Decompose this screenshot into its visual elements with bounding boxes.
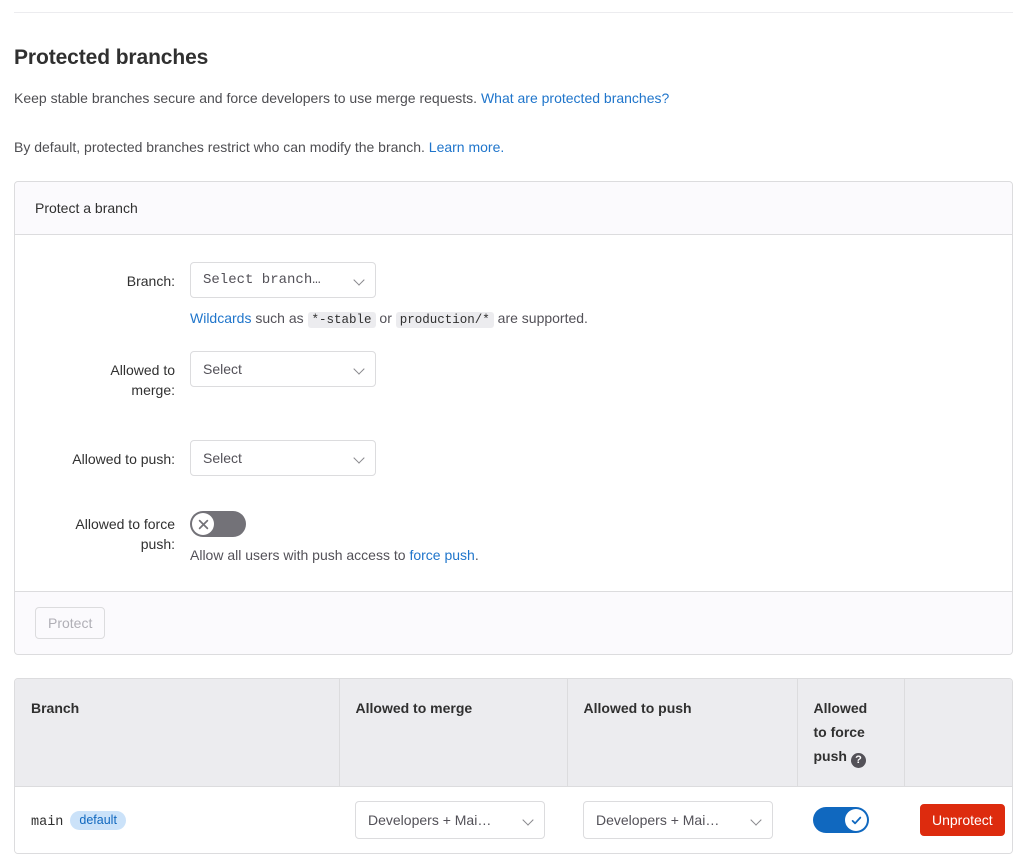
row-allowed-to-merge-value: Developers + Mai… [368, 812, 492, 828]
check-icon [851, 816, 861, 824]
column-header-allowed-to-merge: Allowed to merge [339, 679, 568, 787]
unprotect-button[interactable]: Unprotect [920, 804, 1005, 836]
force-push-header-line1: Allowed [813, 700, 868, 716]
force-push-hint-tail: . [474, 547, 479, 563]
intro-paragraph-2: By default, protected branches restrict … [14, 137, 504, 157]
cell-actions: Unprotect [904, 786, 1012, 853]
allowed-to-force-push-field: Allow all users with push access to forc… [190, 511, 1012, 565]
wildcard-hint: Wildcards such as *-stable or production… [190, 309, 1012, 329]
column-header-allowed-to-push: Allowed to push [567, 679, 798, 787]
help-question-icon[interactable]: ? [850, 753, 866, 768]
cell-allowed-to-force-push [797, 786, 904, 853]
allowed-to-merge-label: Allowed to merge: [15, 351, 190, 400]
cell-branch: main default [15, 786, 339, 853]
cell-allowed-to-merge: Developers + Mai… [339, 786, 567, 853]
allowed-to-push-row: Allowed to push: Select [15, 440, 1012, 476]
column-header-actions [904, 679, 1012, 787]
branch-select-dropdown[interactable]: Select branch… [190, 262, 376, 298]
branch-label: Branch: [126, 273, 175, 289]
default-badge: default [70, 810, 126, 830]
column-header-allowed-to-force-push: Allowed to force push? [797, 679, 905, 787]
allowed-to-force-push-label-line1: Allowed to force [75, 516, 175, 532]
close-x-icon [198, 519, 208, 529]
chevron-down-icon [524, 815, 534, 825]
chevron-down-icon [355, 275, 365, 285]
allowed-to-push-value: Select [203, 450, 242, 466]
protected-branches-page: Protected branches Keep stable branches … [0, 0, 1024, 855]
allowed-to-merge-row: Allowed to merge: Select [15, 351, 1012, 400]
cell-allowed-to-push: Developers + Mai… [567, 786, 797, 853]
branch-name: main [31, 814, 64, 830]
allowed-to-force-push-label: Allowed to force push: [15, 511, 190, 554]
card-header: Protect a branch [15, 182, 1012, 235]
card-header-title: Protect a branch [35, 200, 138, 216]
wildcard-hint-mid-2: or [375, 310, 396, 326]
table-header-row: Branch Allowed to merge Allowed to push … [15, 679, 1012, 787]
force-push-toggle[interactable] [190, 511, 246, 537]
row-allowed-to-merge-dropdown[interactable]: Developers + Mai… [355, 801, 545, 839]
protect-a-branch-card: Protect a branch Branch: Select branch… … [14, 181, 1013, 655]
wildcard-code-production: production/* [395, 312, 494, 328]
learn-more-link[interactable]: Learn more. [429, 139, 504, 155]
top-divider [14, 12, 1013, 13]
table-row: main default Developers + Mai… Developers… [15, 786, 1012, 853]
chevron-down-icon [355, 364, 365, 374]
wildcard-code-stable: *-stable [307, 312, 376, 328]
table-body: main default Developers + Mai… Developers… [15, 786, 1012, 853]
allowed-to-push-label: Allowed to push: [72, 451, 175, 467]
column-header-branch: Branch [15, 679, 340, 787]
toggle-knob [845, 809, 867, 831]
force-push-link[interactable]: force push [409, 547, 474, 563]
force-push-header-line3: push [813, 748, 847, 764]
branch-field: Select branch… Wildcards such as *-stabl… [190, 262, 1012, 329]
branch-field-row: Branch: Select branch… Wildcards such as… [15, 262, 1012, 329]
allowed-to-merge-value: Select [203, 361, 242, 377]
row-allowed-to-push-value: Developers + Mai… [596, 812, 720, 828]
allowed-to-merge-field: Select [190, 351, 1012, 387]
table-head: Branch Allowed to merge Allowed to push … [15, 679, 1012, 787]
chevron-down-icon [355, 453, 365, 463]
wildcard-hint-mid-1: such as [251, 310, 308, 326]
intro-paragraph-1: Keep stable branches secure and force de… [14, 88, 669, 108]
allowed-to-merge-dropdown[interactable]: Select [190, 351, 376, 387]
protect-button[interactable]: Protect [35, 607, 106, 639]
force-push-hint-text: Allow all users with push access to [190, 547, 410, 563]
allowed-to-force-push-row: Allowed to force push: Allow all users w… [15, 511, 1012, 565]
chevron-down-icon [752, 815, 762, 825]
toggle-knob [192, 513, 214, 535]
wildcard-hint-tail: are supported. [493, 310, 588, 326]
intro-text-2: By default, protected branches restrict … [14, 139, 429, 155]
protected-branches-table: Branch Allowed to merge Allowed to push … [15, 679, 1012, 853]
allowed-to-merge-label-line1: Allowed to [110, 362, 175, 378]
branch-select-value: Select branch… [203, 272, 321, 288]
force-push-hint: Allow all users with push access to forc… [190, 545, 1012, 565]
intro-text-1: Keep stable branches secure and force de… [14, 90, 481, 106]
allowed-to-push-dropdown[interactable]: Select [190, 440, 376, 476]
force-push-header-line2: to force [813, 724, 865, 740]
allowed-to-push-field: Select [190, 440, 1012, 476]
card-footer: Protect [15, 591, 1012, 654]
card-body: Branch: Select branch… Wildcards such as… [15, 235, 1012, 591]
allowed-to-force-push-label-line2: push: [140, 536, 175, 552]
row-allowed-to-push-dropdown[interactable]: Developers + Mai… [583, 801, 773, 839]
wildcards-link[interactable]: Wildcards [190, 310, 251, 326]
protected-branches-table-wrapper: Branch Allowed to merge Allowed to push … [14, 678, 1013, 854]
page-title: Protected branches [14, 46, 209, 69]
row-force-push-toggle[interactable] [813, 807, 869, 833]
allowed-to-merge-label-line2: merge: [131, 382, 175, 398]
what-are-protected-branches-link[interactable]: What are protected branches? [481, 90, 669, 106]
